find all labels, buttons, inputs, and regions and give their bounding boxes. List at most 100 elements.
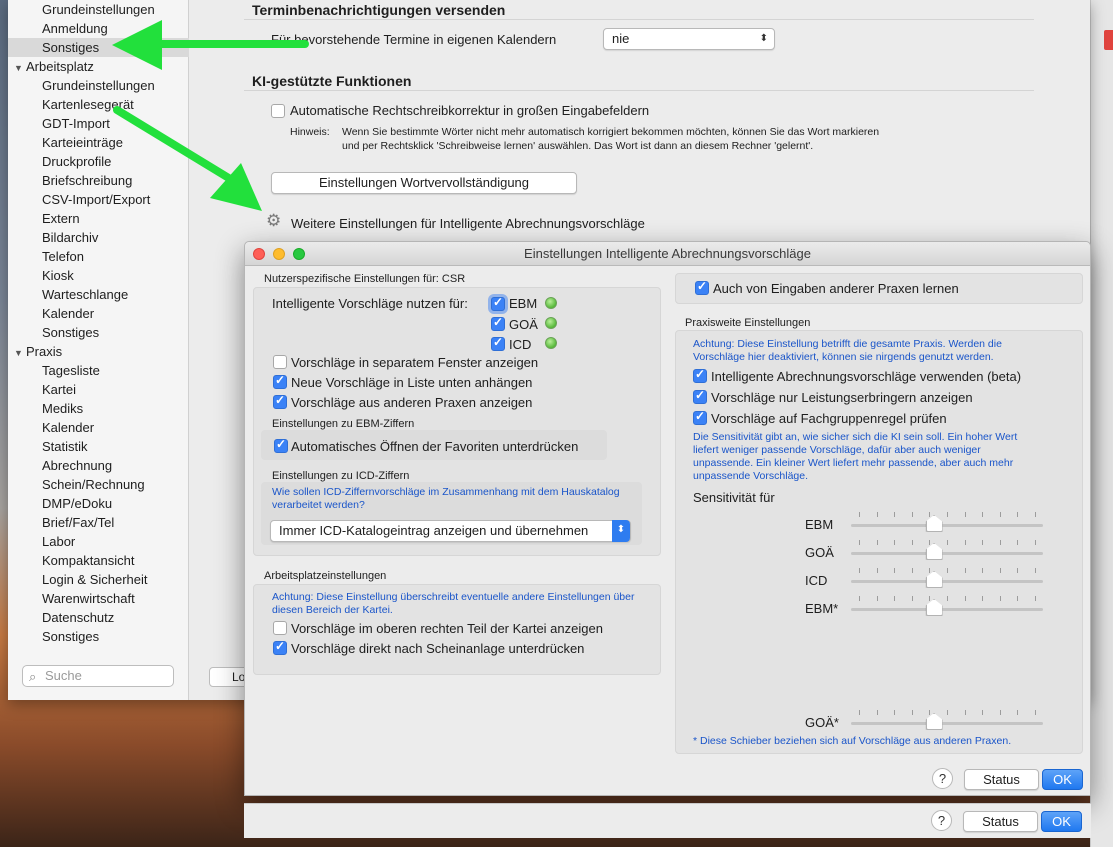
separate-window-checkbox[interactable] xyxy=(273,355,287,369)
sidebar-group-praxis[interactable]: ▼ Praxis xyxy=(14,342,62,361)
use-for-goae-checkbox[interactable] xyxy=(491,315,505,331)
slider-tick xyxy=(999,512,1001,517)
slider-tick xyxy=(964,596,966,601)
providers-only-checkbox[interactable] xyxy=(693,388,707,404)
sidebar-item[interactable]: Bildarchiv xyxy=(42,228,98,247)
disclosure-triangle-icon[interactable]: ▼ xyxy=(14,344,26,363)
practice-group-label: Praxisweite Einstellungen xyxy=(685,317,811,329)
autocorrect-checkbox[interactable] xyxy=(271,104,285,118)
sidebar-item[interactable]: Extern xyxy=(42,209,80,228)
background-window-close-button[interactable] xyxy=(1104,30,1113,50)
suppress-favorites-checkbox[interactable] xyxy=(274,437,288,453)
help-button[interactable]: ? xyxy=(931,810,952,831)
sidebar-item[interactable]: Labor xyxy=(42,532,75,551)
sidebar-item[interactable]: Datenschutz xyxy=(42,608,114,627)
divider xyxy=(244,90,1034,91)
sidebar-item[interactable]: Schein/Rechnung xyxy=(42,475,145,494)
sidebar-item[interactable]: Sonstiges xyxy=(42,627,99,646)
slider-track[interactable] xyxy=(851,552,1043,555)
sidebar-group-arbeitsplatz[interactable]: ▼ Arbeitsplatz xyxy=(14,57,94,76)
sidebar-item[interactable]: Kartenlesegerät xyxy=(42,95,134,114)
slider-tick xyxy=(982,512,984,517)
icd-mode-select[interactable]: Immer ICD-Katalogeintrag anzeigen und üb… xyxy=(270,520,631,542)
sidebar-group-label: Praxis xyxy=(26,344,63,359)
sidebar-item[interactable]: Kalender xyxy=(42,418,94,437)
slider-tick xyxy=(1017,710,1019,715)
append-list-checkbox[interactable] xyxy=(273,373,287,389)
other-practices-checkbox[interactable] xyxy=(273,393,287,409)
slider-tick xyxy=(947,568,948,573)
use-for-ebm-checkbox[interactable] xyxy=(491,295,505,311)
ok-button[interactable]: OK xyxy=(1042,769,1083,790)
sidebar-item[interactable]: Statistik xyxy=(42,437,88,456)
sidebar-item-sonstiges[interactable]: Sonstiges xyxy=(8,38,189,57)
use-for-goae-label: GOÄ xyxy=(509,317,538,332)
sidebar-item[interactable]: Abrechnung xyxy=(42,456,112,475)
status-button[interactable]: Status xyxy=(964,769,1039,790)
sidebar-item[interactable]: Sonstiges xyxy=(42,323,99,342)
help-button[interactable]: ? xyxy=(932,768,953,789)
sidebar-item[interactable]: Briefschreibung xyxy=(42,171,132,190)
sidebar-item[interactable]: Kiosk xyxy=(42,266,74,285)
sidebar-item[interactable]: CSV-Import/Export xyxy=(42,190,150,209)
slider-footnote: * Diese Schieber beziehen sich auf Vorsc… xyxy=(693,735,1012,747)
slider-tick xyxy=(1035,540,1036,545)
slider-track[interactable] xyxy=(851,580,1043,583)
sidebar-item[interactable]: GDT-Import xyxy=(42,114,110,133)
background-window-edge xyxy=(1090,0,1113,847)
suppress-after-schein-checkbox[interactable] xyxy=(273,639,287,655)
status-dot-icon xyxy=(545,317,557,329)
search-icon: ⌕ xyxy=(29,669,37,684)
show-top-right-label: Vorschläge im oberen rechten Teil der Ka… xyxy=(291,621,603,636)
ok-button[interactable]: OK xyxy=(1041,811,1082,832)
gear-icon[interactable]: ⚙ xyxy=(266,211,281,231)
slider-track[interactable] xyxy=(851,524,1043,527)
status-button[interactable]: Status xyxy=(963,811,1038,832)
slider-track[interactable] xyxy=(851,722,1043,725)
use-for-icd-label: ICD xyxy=(509,337,532,352)
sidebar-item[interactable]: DMP/eDoku xyxy=(42,494,112,513)
show-top-right-checkbox[interactable] xyxy=(273,621,287,635)
hint-text-line-2: und per Rechtsklick 'Schreibweise lernen… xyxy=(342,140,814,152)
search-input[interactable]: ⌕ Suche xyxy=(22,665,174,687)
wordcompletion-settings-button[interactable]: Einstellungen Wortvervollständigung xyxy=(271,172,577,194)
sidebar-item[interactable]: Warteschlange xyxy=(42,285,128,304)
sidebar-item[interactable]: Login & Sicherheit xyxy=(42,570,148,589)
sidebar-item[interactable]: Grundeinstellungen xyxy=(42,76,155,95)
separate-window-label: Vorschläge in separatem Fenster anzeigen xyxy=(291,355,539,370)
slider-tick xyxy=(894,512,896,517)
use-ai-billing-label: Intelligente Abrechnungsvorschläge verwe… xyxy=(711,369,1022,384)
hint-text-line-1: Wenn Sie bestimmte Wörter nicht mehr aut… xyxy=(342,126,880,138)
slider-tick xyxy=(1017,596,1019,601)
sidebar-item-anmeldung[interactable]: Anmeldung xyxy=(42,19,108,38)
learn-other-practices-checkbox[interactable] xyxy=(695,279,709,295)
sidebar-item[interactable]: Brief/Fax/Tel xyxy=(42,513,114,532)
use-for-icd-checkbox[interactable] xyxy=(491,335,505,351)
status-dot-icon xyxy=(545,297,557,309)
sensitivity-note: Die Sensitivität gibt an, wie sicher sic… xyxy=(693,431,1018,482)
other-practices-label: Vorschläge aus anderen Praxen anzeigen xyxy=(291,395,533,410)
disclosure-triangle-icon[interactable]: ▼ xyxy=(14,59,26,78)
termin-select[interactable]: nie ⬍ xyxy=(603,28,775,50)
sidebar-item[interactable]: Druckprofile xyxy=(42,152,111,171)
sidebar-item[interactable]: Kartei xyxy=(42,380,76,399)
weitere-einstellungen-link[interactable]: Weitere Einstellungen für Intelligente A… xyxy=(291,216,645,231)
sidebar-item-grundeinstellungen[interactable]: Grundeinstellungen xyxy=(42,0,155,19)
sidebar-item[interactable]: Kompaktansicht xyxy=(42,551,135,570)
sidebar-item[interactable]: Kalender xyxy=(42,304,94,323)
sidebar-item[interactable]: Telefon xyxy=(42,247,84,266)
slider-track[interactable] xyxy=(851,608,1043,611)
termin-label: Für bevorstehende Termine in eigenen Kal… xyxy=(271,32,557,47)
slider-label: ICD xyxy=(805,573,828,588)
sidebar-item[interactable]: Mediks xyxy=(42,399,83,418)
use-ai-billing-checkbox[interactable] xyxy=(693,367,707,383)
check-specialty-rule-checkbox[interactable] xyxy=(693,409,707,425)
updown-arrows-icon: ⬍ xyxy=(612,520,630,542)
autocorrect-label: Automatische Rechtschreibkorrektur in gr… xyxy=(290,103,650,118)
sidebar-item[interactable]: Karteieinträge xyxy=(42,133,123,152)
workplace-note: Achtung: Diese Einstellung überschreibt … xyxy=(272,591,635,616)
sidebar-item[interactable]: Tagesliste xyxy=(42,361,100,380)
dialog-titlebar[interactable]: Einstellungen Intelligente Abrechnungsvo… xyxy=(245,242,1090,266)
slider-tick xyxy=(999,540,1001,545)
sidebar-item[interactable]: Warenwirtschaft xyxy=(42,589,135,608)
